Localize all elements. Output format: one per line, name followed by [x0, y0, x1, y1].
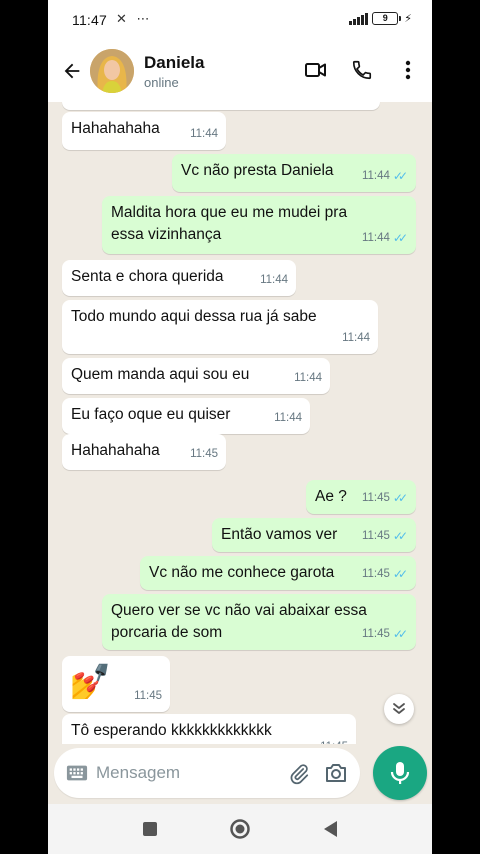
system-navigation-bar: [48, 804, 432, 854]
message-bubble-in[interactable]: Hahahahaha 11:45: [62, 434, 226, 470]
header-actions: [302, 50, 422, 90]
message-text: Maldita hora que eu me mudei pra essa vi…: [111, 204, 348, 243]
read-ticks-icon: ✓✓: [392, 169, 408, 183]
message-time: 11:44: [361, 232, 390, 244]
message-bubble-out[interactable]: Vc não me conhece garota 11:45 ✓✓: [140, 556, 416, 590]
status-bar: 11:47 ✕ ⋯ 9 ⚡: [48, 0, 432, 40]
message-text: Vc não presta Daniela: [181, 162, 334, 179]
message-time: 11:45: [190, 448, 218, 460]
contact-name: Daniela: [144, 52, 205, 72]
status-time: 11:47: [72, 12, 107, 28]
message-bubble-out[interactable]: Vc não presta Daniela 11:44 ✓✓: [172, 154, 416, 192]
message-bubble-in[interactable]: Tô esperando kkkkkkkkkkkkk 11:45: [62, 714, 356, 744]
scroll-to-bottom-button[interactable]: [384, 694, 414, 724]
message-time: 11:44: [342, 332, 370, 344]
avatar[interactable]: [90, 49, 134, 93]
message-time: 11:45: [361, 628, 390, 640]
input-bar: [48, 744, 432, 804]
message-text: Hahahahaha: [71, 120, 160, 137]
message-bubble-in[interactable]: Todo mundo aqui dessa rua já sabe 11:44: [62, 300, 378, 354]
charging-icon: ⚡: [404, 13, 412, 25]
message-meta: 11:45 ✓✓: [362, 487, 408, 509]
paperclip-icon[interactable]: [288, 762, 310, 786]
message-meta: 11:45 ✓✓: [362, 623, 408, 645]
video-call-icon: [305, 63, 326, 77]
home-button[interactable]: [226, 815, 254, 843]
more-vert-icon: [405, 60, 411, 80]
read-ticks-icon: ✓✓: [392, 627, 408, 641]
back-button[interactable]: [52, 51, 92, 91]
message-bubble-in[interactable]: Hahahahaha 11:44: [62, 112, 226, 150]
message-bubble-in[interactable]: Quem manda aqui sou eu 11:44: [62, 358, 330, 394]
message-text: Então vamos ver: [221, 526, 338, 543]
keyboard-icon[interactable]: [66, 763, 88, 783]
read-ticks-icon: ✓✓: [392, 567, 408, 581]
message-text: Tô esperando kkkkkkkkkkkkk: [71, 722, 272, 739]
back-nav-button[interactable]: [316, 815, 344, 843]
camera-icon[interactable]: [324, 762, 348, 784]
message-bubble-partial[interactable]: [62, 102, 380, 110]
message-text: Eu faço oque eu quiser: [71, 406, 231, 423]
message-bubble-out[interactable]: Maldita hora que eu me mudei pra essa vi…: [102, 196, 416, 254]
message-time: 11:45: [320, 736, 348, 744]
message-time: 11:44: [190, 128, 218, 140]
notification-icons: ✕ ⋯: [116, 11, 153, 26]
message-meta: 11:44 ✓✓: [362, 165, 408, 187]
battery-icon: 9: [372, 12, 402, 25]
message-time: 11:45: [134, 690, 162, 702]
message-text: Ae ?: [315, 488, 347, 505]
message-text: Quem manda aqui sou eu: [71, 366, 250, 383]
status-right: 9 ⚡: [349, 12, 412, 25]
voice-message-button[interactable]: [373, 746, 427, 800]
message-time: 11:45: [361, 568, 390, 580]
recents-button[interactable]: [136, 815, 164, 843]
message-bubble-out[interactable]: Ae ? 11:45 ✓✓: [306, 480, 416, 514]
more-options-button[interactable]: [394, 50, 422, 90]
message-bubble-in[interactable]: Senta e chora querida 11:44: [62, 260, 296, 296]
phone-icon: [352, 60, 372, 80]
contact-info[interactable]: Daniela online: [144, 53, 204, 90]
message-text: Todo mundo aqui dessa rua já sabe: [71, 308, 317, 325]
message-text: Senta e chora querida: [71, 268, 224, 285]
message-time: 11:44: [361, 170, 390, 182]
triangle-back-icon: [324, 821, 337, 837]
message-time: 11:45: [361, 530, 390, 542]
chat-area[interactable]: Hahahahaha 11:44 Vc não presta Daniela 1…: [48, 102, 432, 744]
message-bubble-in[interactable]: Eu faço oque eu quiser 11:44: [62, 398, 310, 434]
message-time: 11:45: [361, 492, 390, 504]
video-call-button[interactable]: [302, 50, 330, 90]
message-bubble-out[interactable]: Quero ver se vc não vai abaixar essa por…: [102, 594, 416, 650]
nail-polish-sticker-icon: 💅: [69, 663, 112, 701]
phone-screen: 11:47 ✕ ⋯ 9 ⚡ Daniela online Hahahahaha …: [48, 0, 432, 854]
square-icon: [143, 822, 157, 836]
circle-icon: [230, 819, 250, 839]
message-bubble-out[interactable]: Então vamos ver 11:45 ✓✓: [212, 518, 416, 552]
sticker-message[interactable]: 💅 11:45: [62, 656, 170, 712]
voice-call-button[interactable]: [348, 50, 376, 90]
contact-status: online: [144, 74, 179, 90]
message-text: Vc não me conhece garota: [149, 564, 335, 581]
message-time: 11:44: [294, 372, 322, 384]
read-ticks-icon: ✓✓: [392, 491, 408, 505]
read-ticks-icon: ✓✓: [392, 529, 408, 543]
chevron-double-down-icon: [393, 703, 405, 714]
message-meta: 11:45 ✓✓: [362, 563, 408, 585]
message-text: Hahahahaha: [71, 442, 160, 459]
message-meta: 11:44 ✓✓: [362, 227, 408, 249]
arrow-left-icon: [64, 63, 80, 79]
message-text: Quero ver se vc não vai abaixar essa por…: [111, 602, 367, 641]
message-time: 11:44: [274, 412, 302, 424]
mic-icon: [390, 762, 410, 784]
message-compose-box[interactable]: [54, 748, 360, 798]
read-ticks-icon: ✓✓: [392, 231, 408, 245]
signal-icon: [349, 12, 369, 25]
message-time: 11:44: [260, 274, 288, 286]
message-input[interactable]: [96, 758, 276, 788]
message-meta: 11:45 ✓✓: [362, 525, 408, 547]
chat-header: Daniela online: [48, 40, 432, 102]
